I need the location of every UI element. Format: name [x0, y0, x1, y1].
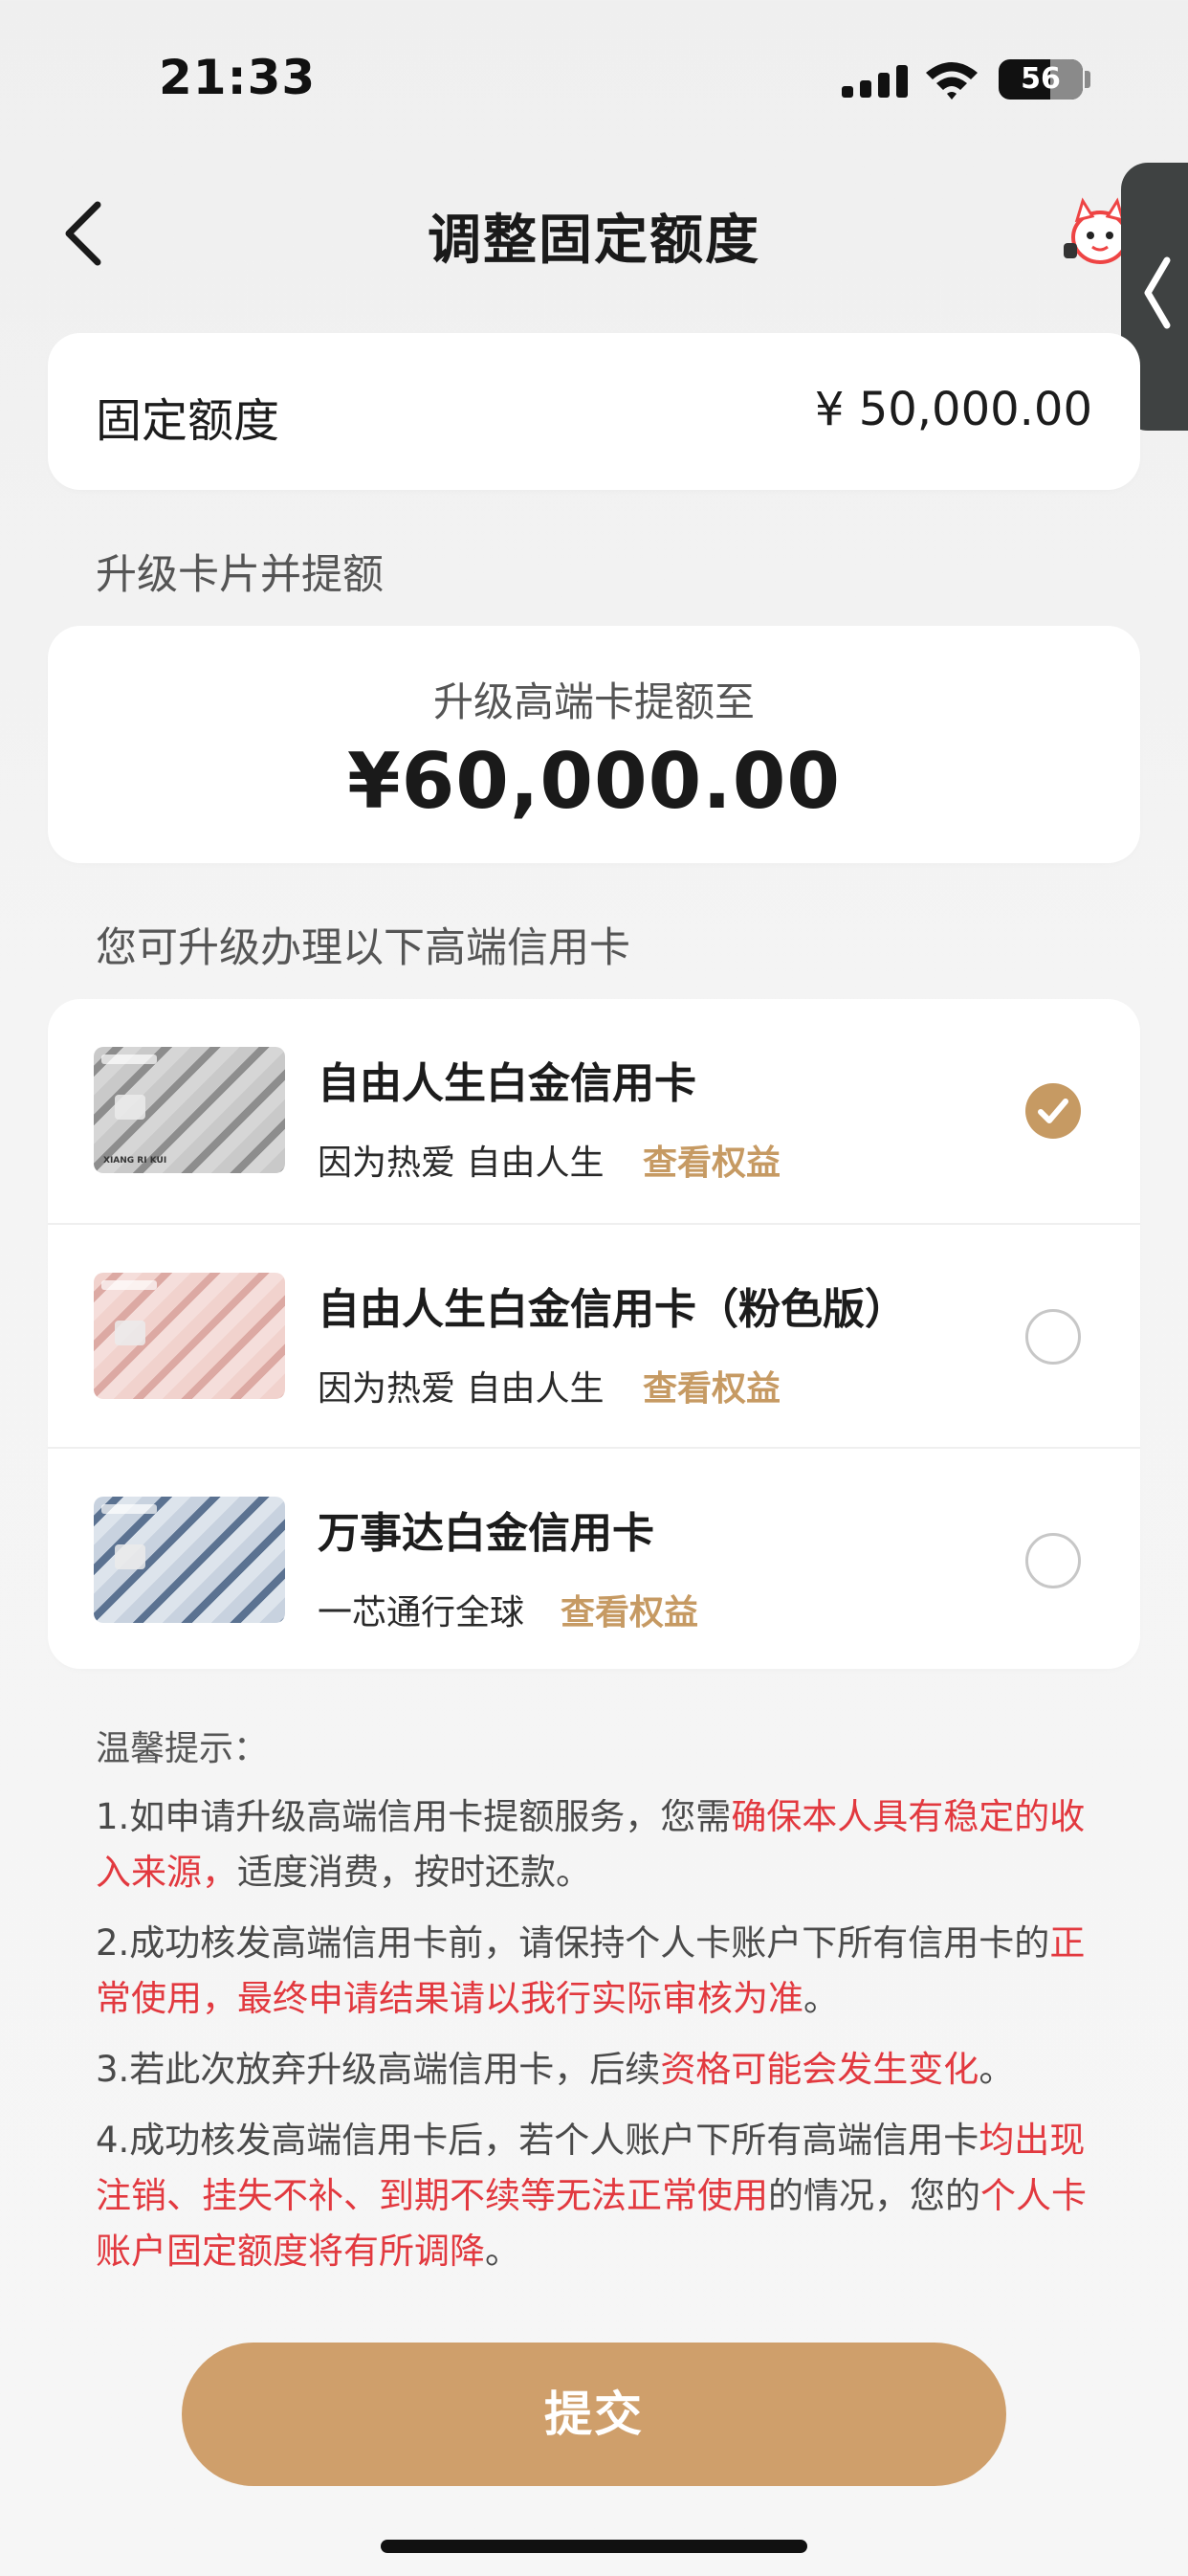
tip-text: 的情况，您的: [768, 2175, 980, 2216]
card-desc: 因为热爱 自由人生: [318, 1369, 605, 1409]
card-option-platinum[interactable]: XIANG RI KUI 自由人生白金信用卡 因为热爱 自由人生 查看权益: [48, 999, 1140, 1223]
tip-text: 2.成功核发高端信用卡前，请保持个人卡账户下所有信用卡的: [96, 1922, 1050, 1964]
tip-text: 适度消费，按时还款。: [237, 1852, 591, 1893]
submit-button[interactable]: 提交: [182, 2343, 1006, 2486]
page-title: 调整固定额度: [428, 210, 760, 272]
card-name: 自由人生白金信用卡（粉色版）: [318, 1285, 907, 1334]
card-image-platinum-pink: [94, 1273, 285, 1399]
card-radio-selected[interactable]: [1025, 1083, 1081, 1139]
upgrade-amount-subtitle: 升级高端卡提额至: [432, 678, 755, 725]
card-radio[interactable]: [1025, 1533, 1081, 1588]
tip-text: 4.成功核发高端信用卡后，若个人账户下所有高端信用卡: [96, 2120, 979, 2161]
upgrade-amount-value: ¥60,000.00: [346, 737, 842, 826]
card-option-mastercard[interactable]: 万事达白金信用卡 一芯通行全球 查看权益: [48, 1447, 1140, 1669]
battery-level: 56: [1021, 62, 1061, 96]
tips-title: 温馨提示：: [96, 1729, 269, 1768]
card-image-platinum: XIANG RI KUI: [94, 1047, 285, 1173]
tip-4: 4.成功核发高端信用卡后，若个人账户下所有高端信用卡均出现注销、挂失不补、到期不…: [96, 2113, 1092, 2279]
home-indicator[interactable]: [381, 2540, 807, 2553]
upgrade-amount-card: 升级高端卡提额至 ¥60,000.00: [48, 626, 1140, 863]
wifi-icon: [926, 62, 978, 100]
card-options-label: 您可升级办理以下高端信用卡: [96, 924, 630, 972]
upgrade-section-label: 升级卡片并提额: [96, 551, 384, 599]
fixed-limit-value: ¥ 50,000.00: [814, 383, 1092, 436]
card-name: 自由人生白金信用卡: [318, 1059, 696, 1108]
cellular-signal-icon: [842, 63, 914, 98]
view-benefits-link[interactable]: 查看权益: [561, 1585, 698, 1634]
battery-tip: [1085, 71, 1090, 88]
battery-icon: 56: [999, 59, 1083, 100]
card-name: 万事达白金信用卡: [318, 1509, 654, 1558]
fixed-limit-card: 固定额度 ¥ 50,000.00: [48, 333, 1140, 490]
card-desc: 因为热爱 自由人生: [318, 1144, 605, 1183]
card-desc: 一芯通行全球: [318, 1593, 525, 1632]
view-benefits-link[interactable]: 查看权益: [643, 1135, 781, 1185]
fixed-limit-label: 固定额度: [96, 394, 280, 448]
card-option-platinum-pink[interactable]: 自由人生白金信用卡（粉色版） 因为热爱 自由人生 查看权益: [48, 1223, 1140, 1449]
check-icon: [1038, 1099, 1068, 1123]
tip-text: 1.如申请升级高端信用卡提额服务，您需: [96, 1796, 732, 1837]
card-radio[interactable]: [1025, 1309, 1081, 1365]
card-image-mastercard: [94, 1497, 285, 1623]
tip-text: 。: [485, 2231, 520, 2272]
card-options-list: XIANG RI KUI 自由人生白金信用卡 因为热爱 自由人生 查看权益 自由…: [48, 999, 1140, 1669]
status-time: 21:33: [159, 50, 317, 105]
tip-text: 。: [979, 2049, 1015, 2090]
tip-text: 3.若此次放弃升级高端信用卡，后续: [96, 2049, 661, 2090]
tip-1: 1.如申请升级高端信用卡提额服务，您需确保本人具有稳定的收入来源，适度消费，按时…: [96, 1789, 1092, 1900]
tip-3: 3.若此次放弃升级高端信用卡，后续资格可能会发生变化。: [96, 2042, 1092, 2098]
view-benefits-link[interactable]: 查看权益: [643, 1361, 781, 1410]
tip-2: 2.成功核发高端信用卡前，请保持个人卡账户下所有信用卡的正常使用，最终申请结果请…: [96, 1916, 1092, 2027]
tip-text: 。: [803, 1978, 839, 2019]
chevron-left-icon: [1144, 256, 1171, 329]
tip-highlight: 资格可能会发生变化: [660, 2049, 979, 2090]
